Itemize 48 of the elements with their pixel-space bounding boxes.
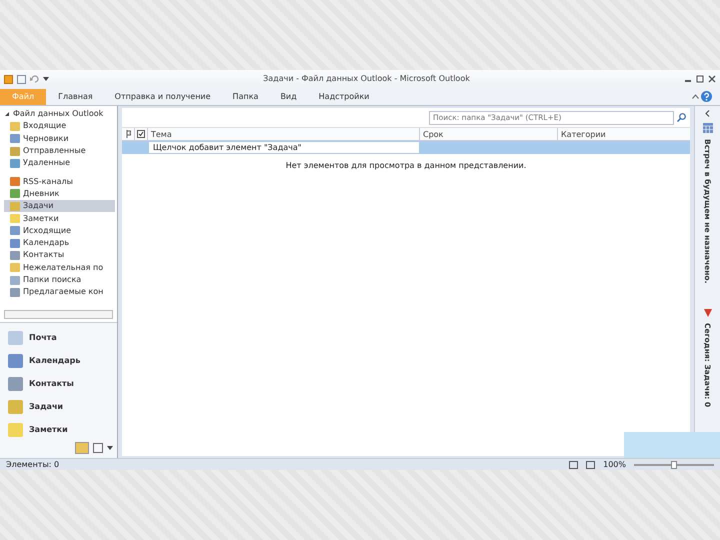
dropdown-icon[interactable]: [43, 76, 49, 82]
nav-button[interactable]: Календарь: [4, 350, 113, 371]
column-header[interactable]: Категории: [558, 128, 690, 140]
nav-button[interactable]: Заметки: [4, 419, 113, 440]
maximize-icon[interactable]: [696, 75, 704, 83]
folder-item[interactable]: Календарь: [4, 236, 115, 250]
nav-button[interactable]: Задачи: [4, 396, 113, 417]
folder-item[interactable]: Папки поиска: [4, 274, 115, 286]
close-icon[interactable]: [708, 75, 716, 83]
flag-icon: [704, 309, 712, 318]
ribbon-tab[interactable]: Главная: [48, 88, 103, 104]
folder-item[interactable]: Заметки: [4, 212, 115, 225]
flag-icon: [126, 130, 130, 138]
folder-item[interactable]: Предлагаемые кон: [4, 286, 115, 298]
ribbon-tab[interactable]: Вид: [270, 88, 307, 104]
normal-view-icon[interactable]: [569, 460, 578, 468]
folder-item[interactable]: Черновики: [4, 132, 115, 145]
zoom-thumb[interactable]: [671, 460, 677, 468]
tree-label: Файл данных Outlook: [13, 108, 104, 120]
nav-button[interactable]: Почта: [4, 327, 113, 348]
zoom-level: 100%: [603, 458, 626, 470]
undo-icon[interactable]: [30, 75, 39, 83]
horizontal-scrollbar[interactable]: [4, 310, 113, 319]
search-icon[interactable]: [677, 113, 686, 122]
folder-item[interactable]: RSS-каналы: [4, 175, 115, 188]
help-icon[interactable]: [701, 91, 712, 102]
folder-item[interactable]: Входящие: [4, 120, 115, 133]
folder-item[interactable]: Контакты: [4, 249, 115, 262]
window-title: Задачи - Файл данных Outlook - Microsoft Outlook: [262, 73, 471, 85]
folder-item[interactable]: Нежелательная по: [4, 262, 115, 274]
empty-message: Нет элементов для просмотра в данном представлении.: [286, 161, 526, 170]
expand-icon[interactable]: [4, 111, 10, 118]
folder-item[interactable]: Отправленные: [4, 144, 115, 158]
chevron-icon[interactable]: [705, 110, 710, 117]
nav-button[interactable]: Контакты: [4, 373, 113, 394]
new-item-field[interactable]: Щелчок добавит элемент "Задача": [148, 141, 420, 154]
folder-item[interactable]: Удаленные: [4, 157, 115, 170]
ribbon-tab[interactable]: Отправка и получение: [104, 88, 221, 104]
folder-item[interactable]: Исходящие: [4, 224, 115, 237]
folder-item[interactable]: Дневник: [4, 188, 115, 200]
dropdown-icon[interactable]: [107, 445, 113, 451]
folder-item[interactable]: Задачи: [4, 200, 115, 212]
item-count: Элементы: 0: [6, 458, 60, 470]
caret-icon[interactable]: [692, 94, 699, 99]
reading-view-icon[interactable]: [586, 460, 596, 468]
tree-root[interactable]: Файл данных Outlook: [4, 108, 115, 120]
ribbon-tab[interactable]: Папка: [222, 88, 268, 104]
ribbon-tab[interactable]: Надстройки: [308, 88, 380, 104]
